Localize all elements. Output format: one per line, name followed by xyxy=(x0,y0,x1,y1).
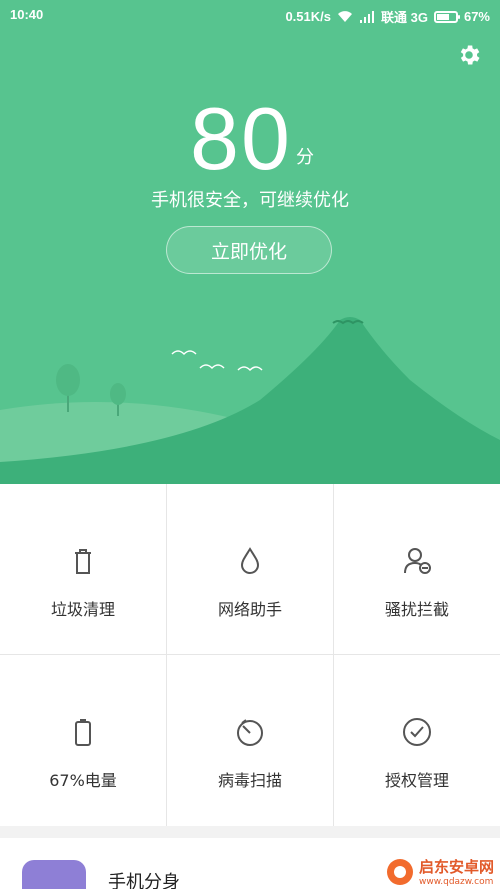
tile-virus-scan[interactable]: 病毒扫描 xyxy=(167,655,333,826)
watermark-sub: www.qdazw.com xyxy=(418,877,494,887)
score-unit: 分 xyxy=(295,147,314,168)
dual-app-row[interactable]: 手机分身 启东安卓网 www.qdazw.com xyxy=(0,838,500,889)
watermark-text: 启东安卓网 xyxy=(418,858,494,876)
trash-icon xyxy=(75,549,91,574)
check-circle-icon xyxy=(403,718,431,746)
landscape-illustration xyxy=(0,317,500,484)
network-speed: 0.51K/s xyxy=(285,9,331,24)
tool-grid: 垃圾清理 网络助手 骚扰拦截 67%电量 病毒扫描 授权管理 xyxy=(0,484,500,826)
watermark-logo-icon xyxy=(386,858,413,885)
tile-junk-cleanup[interactable]: 垃圾清理 xyxy=(0,484,166,655)
battery-icon xyxy=(433,10,460,23)
scan-icon xyxy=(237,719,263,746)
wifi-icon xyxy=(338,10,352,22)
tile-label: 骚扰拦截 xyxy=(384,600,449,619)
tile-permissions[interactable]: 授权管理 xyxy=(334,655,500,826)
tile-label: 授权管理 xyxy=(384,771,449,790)
gear-icon[interactable] xyxy=(456,42,482,68)
signal-icon xyxy=(360,10,374,23)
tile-label: 病毒扫描 xyxy=(217,771,282,790)
user-block-icon xyxy=(404,548,431,574)
score-value: 80 xyxy=(190,89,292,188)
battery-icon xyxy=(75,719,91,746)
tile-label: 网络助手 xyxy=(217,600,282,619)
dual-app-icon xyxy=(22,860,86,889)
tile-harassment-block[interactable]: 骚扰拦截 xyxy=(334,484,500,655)
battery-percent: 67% xyxy=(463,9,490,24)
score-message: 手机很安全，可继续优化 xyxy=(151,190,349,211)
dual-app-label: 手机分身 xyxy=(108,872,180,889)
status-right: 0.51K/s 联通 3G 67% xyxy=(285,7,490,26)
status-bar: 10:40 0.51K/s 联通 3G 67% xyxy=(0,0,500,30)
watermark: 启东安卓网 www.qdazw.com xyxy=(385,856,494,887)
carrier-label: 联通 3G xyxy=(381,10,428,25)
tile-label: 67%电量 xyxy=(49,771,117,790)
tile-battery[interactable]: 67%电量 xyxy=(0,655,166,826)
drop-icon xyxy=(240,547,260,574)
tile-label: 垃圾清理 xyxy=(50,600,115,619)
status-time: 10:40 xyxy=(10,7,44,22)
security-score: 80 分 xyxy=(0,95,500,183)
optimize-button[interactable]: 立即优化 xyxy=(166,226,332,274)
tile-network-assistant[interactable]: 网络助手 xyxy=(167,484,333,655)
hero-panel: 10:40 0.51K/s 联通 3G 67% 80 分 手机很安全，可继续优化 … xyxy=(0,0,500,484)
